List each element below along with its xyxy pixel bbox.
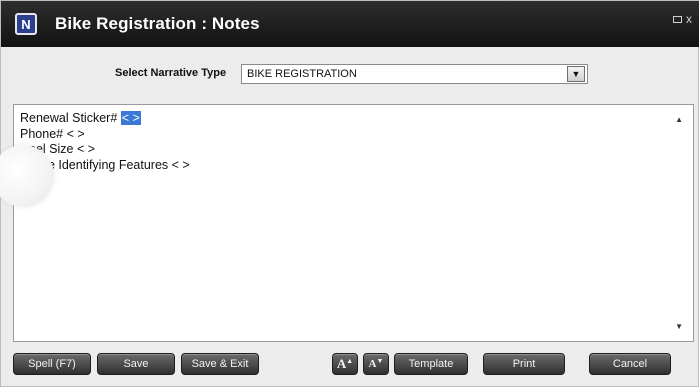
save-button[interactable]: Save xyxy=(97,353,175,375)
scroll-down-icon[interactable]: ▼ xyxy=(675,322,683,331)
window-controls: x xyxy=(673,13,692,25)
font-up-caret-icon: ▲ xyxy=(346,357,354,365)
dropdown-arrow-icon[interactable]: ▼ xyxy=(567,66,585,82)
narrative-type-row: Select Narrative Type BIKE REGISTRATION … xyxy=(1,63,699,85)
spell-button[interactable]: Spell (F7) xyxy=(13,353,91,375)
font-down-caret-icon: ▼ xyxy=(376,357,384,365)
finger-smudge xyxy=(0,145,54,207)
title-bar[interactable]: N Bike Registration : Notes x xyxy=(1,1,699,47)
notes-line: Renewal Sticker# < > xyxy=(20,111,190,127)
notes-line-text: Renewal Sticker# xyxy=(20,111,121,125)
print-button[interactable]: Print xyxy=(483,353,565,375)
scroll-up-icon[interactable]: ▲ xyxy=(675,115,683,124)
decrease-font-button[interactable]: A ▼ xyxy=(363,353,389,375)
notes-text-area[interactable]: Renewal Sticker# < > Phone# < > eel Size… xyxy=(0,104,694,342)
notes-line: Phone# < > xyxy=(20,126,85,141)
cancel-button[interactable]: Cancel xyxy=(589,353,671,375)
selected-placeholder: < > xyxy=(120,111,141,125)
narrative-type-select[interactable]: BIKE REGISTRATION ▼ xyxy=(241,64,588,84)
close-icon[interactable]: x xyxy=(686,13,692,25)
app-icon: N xyxy=(15,13,37,35)
template-button[interactable]: Template xyxy=(394,353,468,375)
restore-icon[interactable] xyxy=(673,15,682,23)
app-icon-glyph: N xyxy=(21,16,31,32)
narrative-type-value: BIKE REGISTRATION xyxy=(247,68,357,80)
increase-font-button[interactable]: A ▲ xyxy=(332,353,358,375)
increase-font-label: A xyxy=(336,356,347,371)
save-and-exit-button[interactable]: Save & Exit xyxy=(181,353,259,375)
decrease-font-label: A xyxy=(368,358,377,370)
notes-window: N Bike Registration : Notes x Select Nar… xyxy=(0,0,699,387)
narrative-type-label: Select Narrative Type xyxy=(115,67,227,79)
window-title: Bike Registration : Notes xyxy=(55,14,260,33)
